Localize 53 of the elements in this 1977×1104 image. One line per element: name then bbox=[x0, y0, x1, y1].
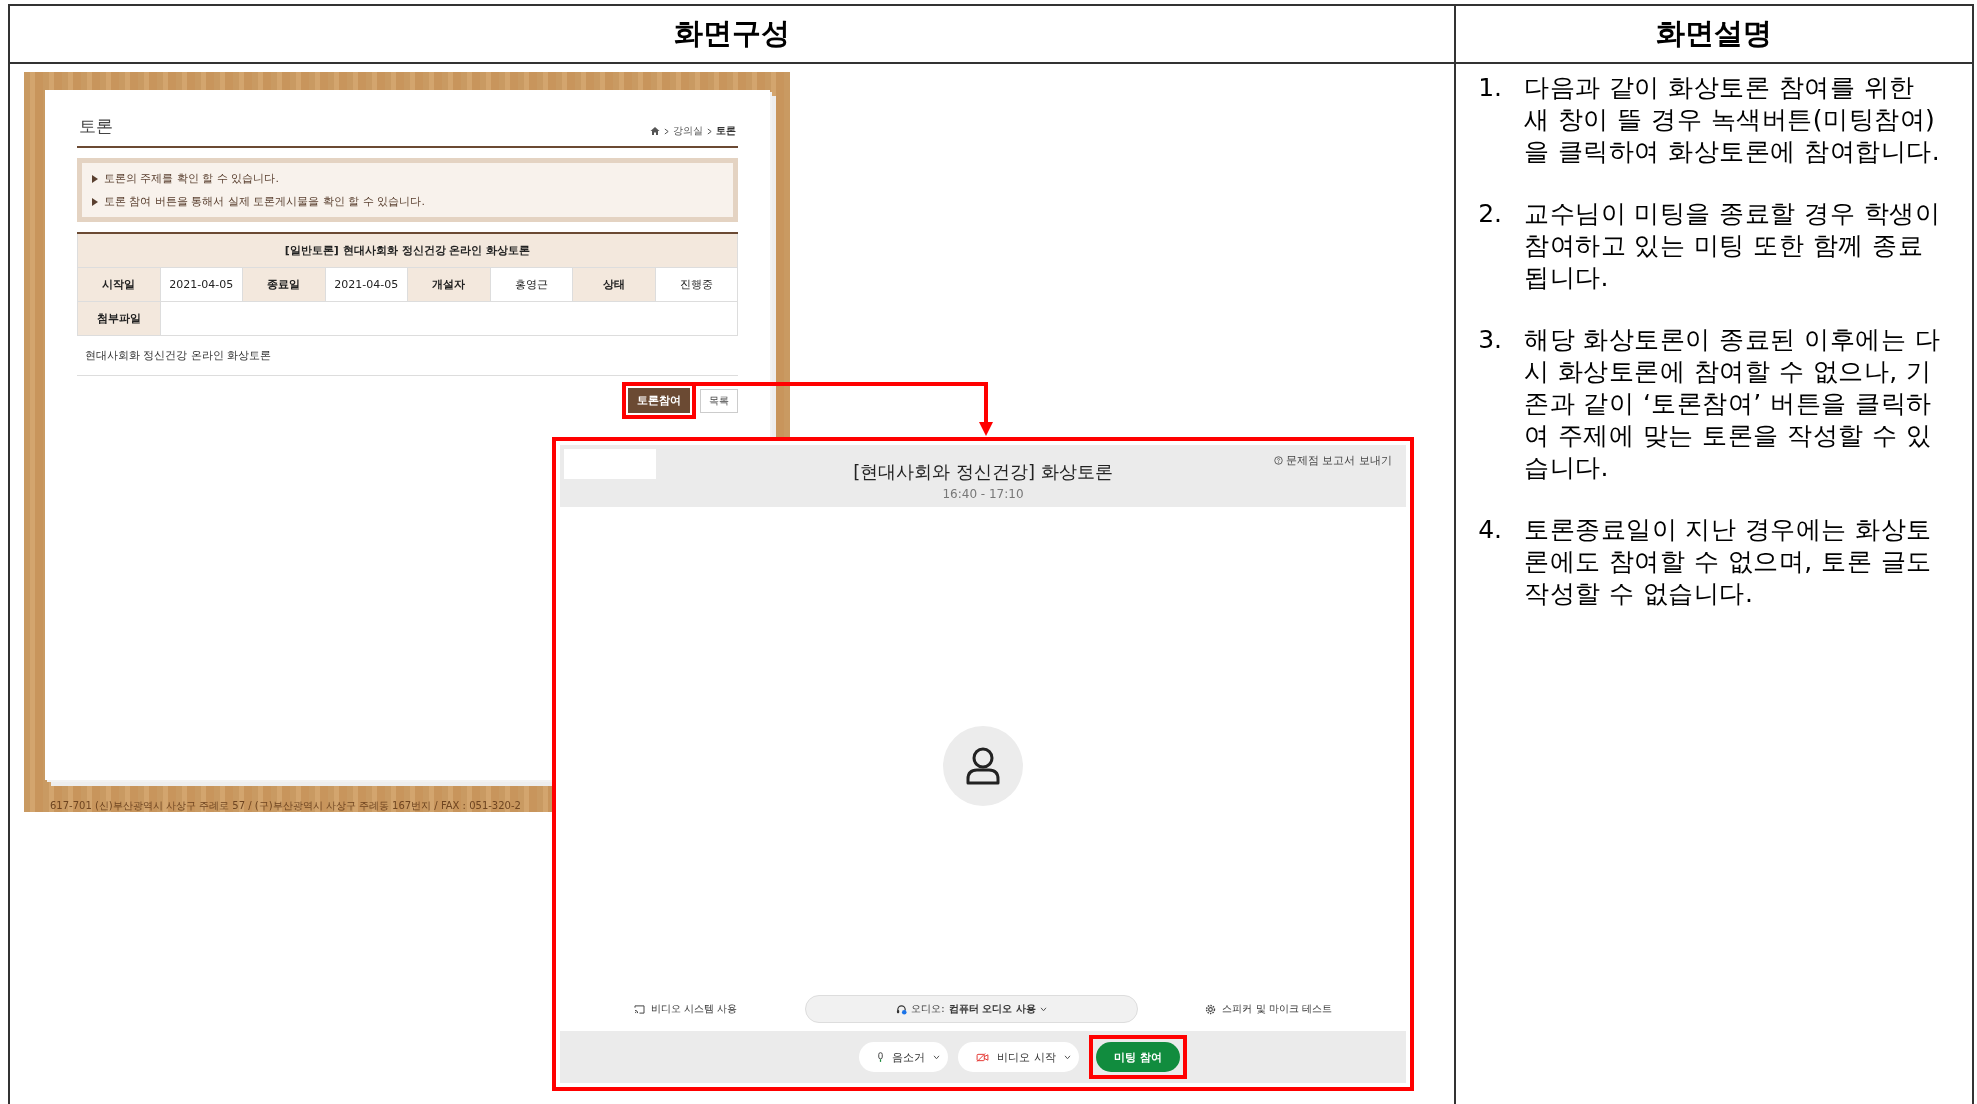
step-text: 토론종료일이 지난 경우에는 화상토론에도 참여할 수 없으며, 토론 글도 작성할 수 없습니다. bbox=[1524, 514, 1933, 610]
board-title: [일반토론] 현대사회화 정신건강 온라인 화상토론 bbox=[77, 233, 738, 268]
page-title: 토론 bbox=[79, 115, 113, 138]
field-value: 2021-04-05 bbox=[160, 267, 243, 302]
column-header: 화면구성 bbox=[674, 15, 790, 52]
microphone-icon bbox=[877, 1051, 885, 1063]
notice-text: 토론 참여 버튼을 통해서 실제 토론게시물을 확인 할 수 있습니다. bbox=[104, 194, 425, 209]
chevron-down-icon bbox=[1039, 1006, 1047, 1012]
step-number: 1. bbox=[1477, 72, 1502, 104]
avatar-icon bbox=[943, 726, 1023, 806]
step-number: 4. bbox=[1477, 514, 1502, 546]
chevron-down-icon bbox=[1063, 1054, 1071, 1060]
join-discussion-button[interactable]: 토론참여 bbox=[628, 388, 690, 413]
notice-text: 토론의 주제를 확인 할 수 있습니다. bbox=[104, 171, 279, 186]
step-number: 3. bbox=[1477, 324, 1502, 356]
step-text: 해당 화상토론이 종료된 이후에는 다시 화상토론에 참여할 수 없으나, 기존과 같이 ‘토론참여’ 버튼을 클릭하여 주제에 맞는 토론을 작성할 수 있습니다. bbox=[1524, 324, 1942, 484]
field-label: 상태 bbox=[572, 267, 655, 302]
list-button[interactable]: 목록 bbox=[700, 388, 738, 413]
column-header: 화면설명 bbox=[1656, 15, 1772, 52]
start-video-button[interactable]: 비디오 시작 bbox=[958, 1042, 1079, 1072]
cast-icon bbox=[633, 1004, 645, 1014]
headset-icon bbox=[896, 1003, 908, 1015]
field-label: 첨부파일 bbox=[77, 301, 160, 336]
step-number: 2. bbox=[1477, 198, 1502, 230]
home-icon[interactable] bbox=[650, 126, 660, 136]
field-value: 홍영근 bbox=[490, 267, 573, 302]
report-link[interactable]: 문제점 보고서 보내기 bbox=[1274, 453, 1392, 468]
board-body-text: 현대사회화 정신건강 온라인 화상토론 bbox=[77, 336, 738, 376]
footer-address: 617-701 (신)부산광역시 사상구 주례로 57 / (구)부산광역시 사상구 주례동 167번지 / FAX : 051-320-2 bbox=[50, 799, 521, 813]
bullet-icon bbox=[92, 174, 98, 183]
meeting-title: [현대사회와 정신건강] 화상토론 bbox=[853, 459, 1113, 484]
breadcrumb-link[interactable]: 토론 bbox=[716, 124, 736, 138]
bullet-icon bbox=[92, 197, 98, 206]
step-text: 다음과 같이 화상토론 참여를 위한 새 창이 뜰 경우 녹색버튼(미팅참여)을 클릭하여 화상토론에 참여합니다. bbox=[1524, 72, 1942, 168]
field-label: 종료일 bbox=[242, 267, 325, 302]
breadcrumb-link[interactable]: 강의실 bbox=[673, 124, 703, 138]
video-off-icon bbox=[976, 1052, 990, 1062]
chevron-right-icon bbox=[707, 127, 712, 135]
video-system-option[interactable]: 비디오 시스템 사용 bbox=[633, 1002, 738, 1016]
mute-button[interactable]: 음소거 bbox=[859, 1042, 949, 1072]
step-text: 교수님이 미팅을 종료할 경우 학생이 참여하고 있는 미팅 또한 함께 종료됩니다. bbox=[1524, 198, 1942, 294]
field-label: 시작일 bbox=[77, 267, 160, 302]
settings-icon bbox=[1205, 1003, 1217, 1015]
field-value: 2021-04-05 bbox=[325, 267, 408, 302]
chevron-right-icon bbox=[664, 127, 669, 135]
speaker-mic-test-option[interactable]: 스피커 및 마이크 테스트 bbox=[1205, 1002, 1332, 1016]
field-label: 개설자 bbox=[407, 267, 490, 302]
chevron-down-icon bbox=[933, 1054, 941, 1060]
meeting-time: 16:40 - 17:10 bbox=[942, 486, 1024, 501]
audio-selector[interactable]: 오디오: 컴퓨터 오디오 사용 bbox=[805, 995, 1138, 1023]
join-meeting-button[interactable]: 미팅 참여 bbox=[1095, 1042, 1180, 1072]
help-icon bbox=[1274, 456, 1283, 465]
field-value: 진행중 bbox=[655, 267, 738, 302]
